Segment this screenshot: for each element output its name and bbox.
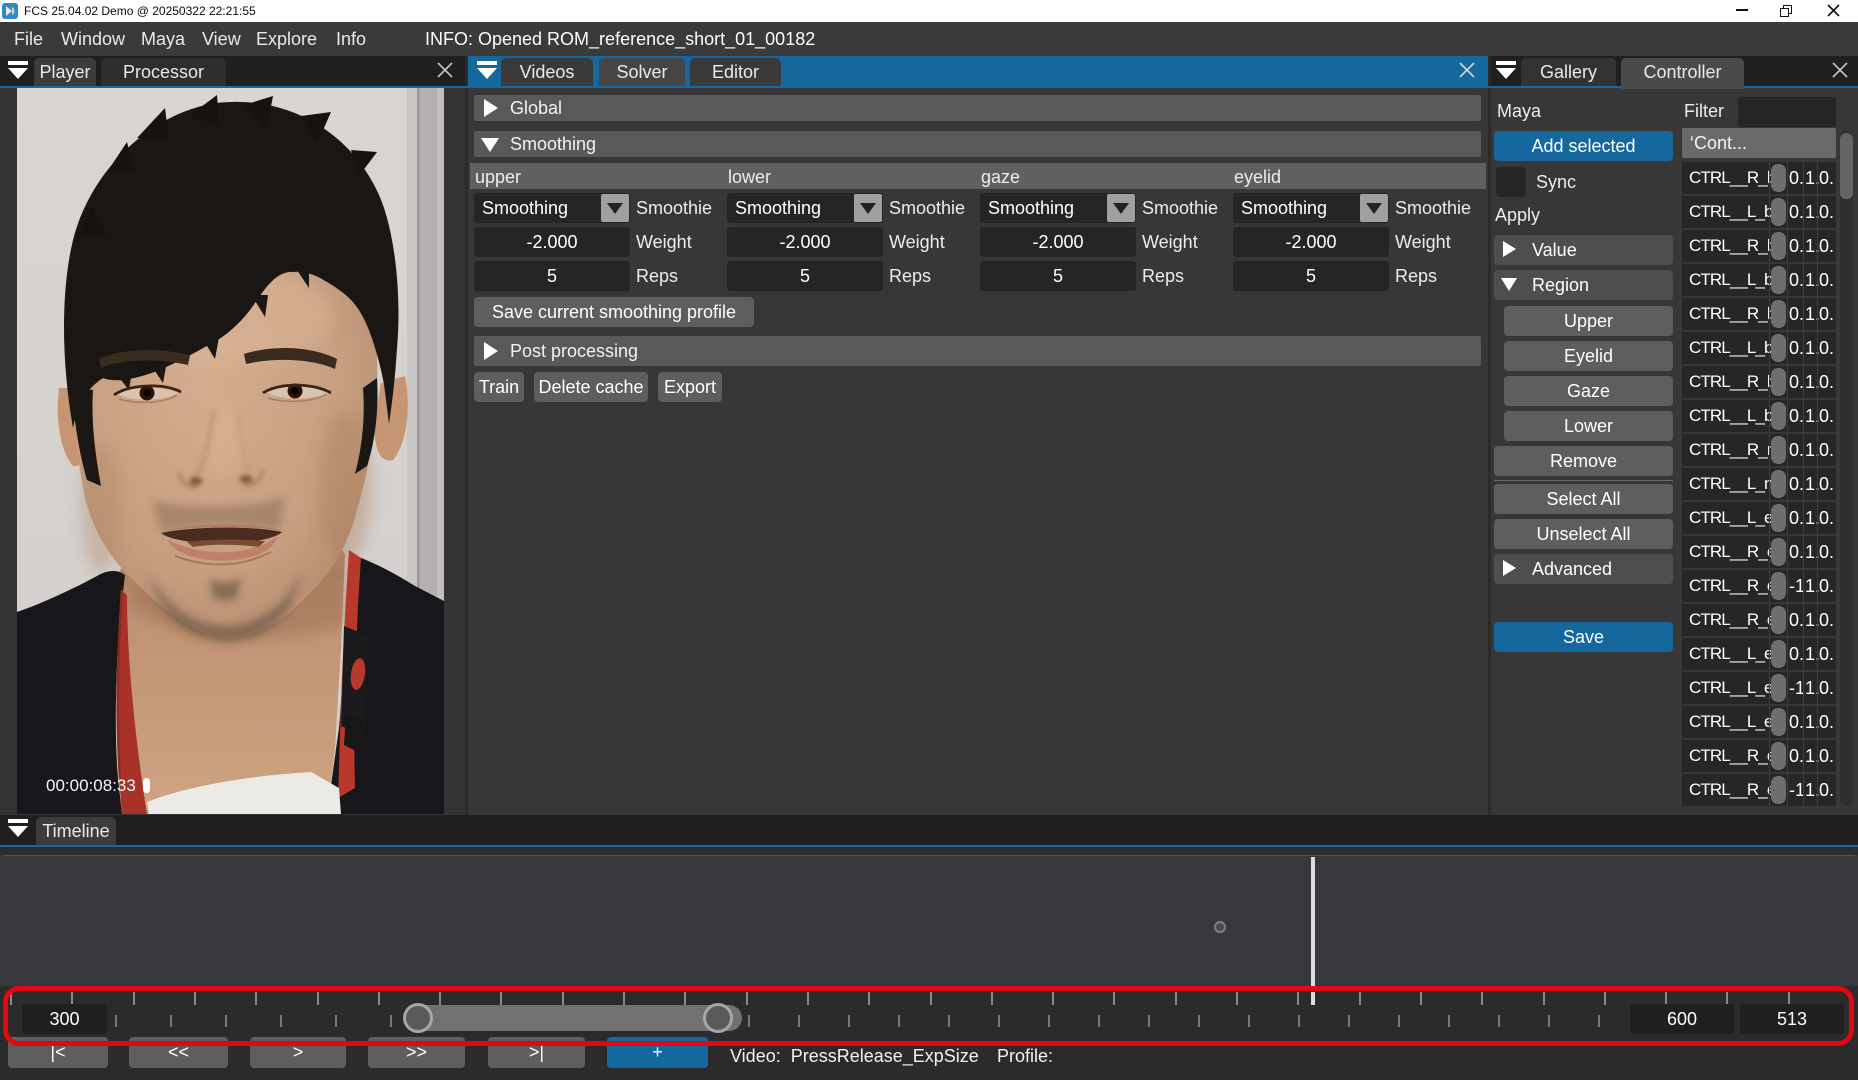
svg-text:00:00:08:33: 00:00:08:33 [46,776,136,795]
